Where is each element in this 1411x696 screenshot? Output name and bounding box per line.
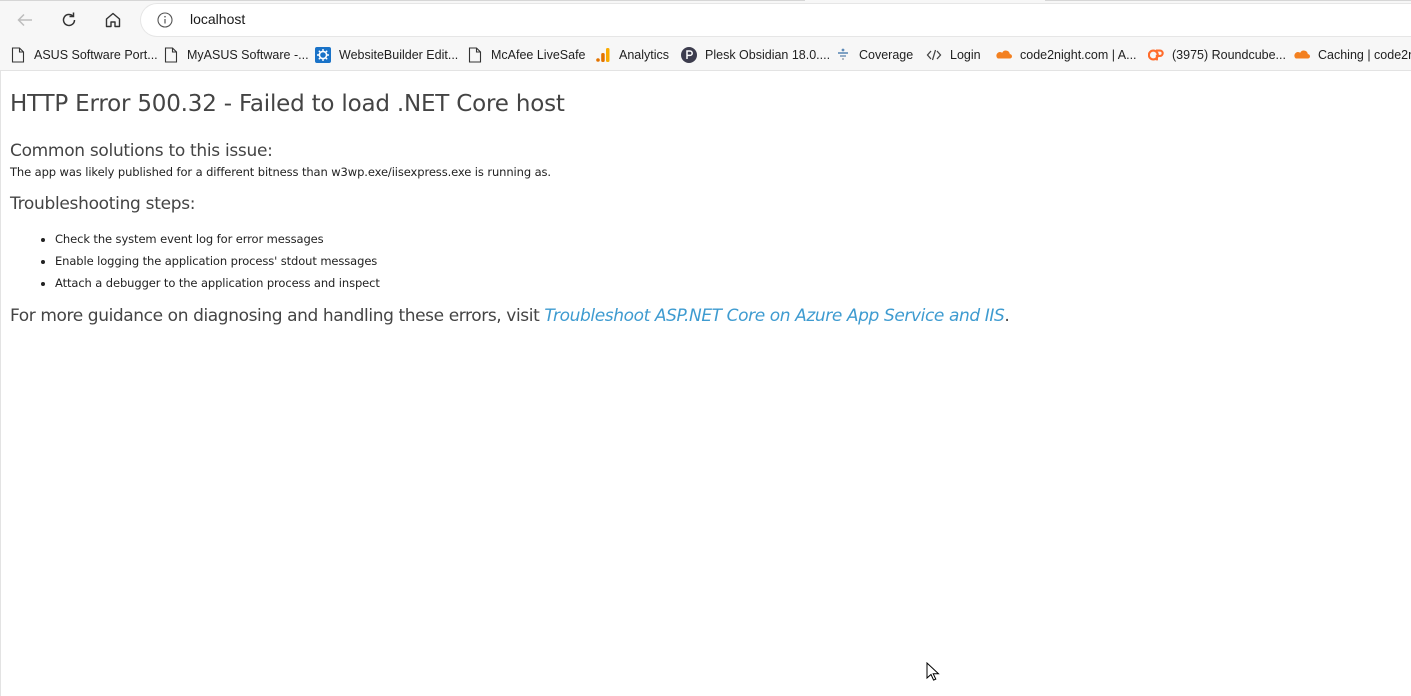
analytics-icon xyxy=(595,47,611,63)
bookmark-roundcube[interactable]: (3975) Roundcube... xyxy=(1148,45,1286,65)
bookmark-mcafee-livesafe[interactable]: McAfee LiveSafe xyxy=(467,45,586,65)
page-icon xyxy=(163,47,179,63)
code-icon xyxy=(926,47,942,63)
url-text[interactable]: localhost xyxy=(190,11,245,27)
bookmark-label: ASUS Software Port... xyxy=(34,48,158,62)
bookmark-label: Analytics xyxy=(619,48,670,62)
bookmark-plesk-obsidian[interactable]: Plesk Obsidian 18.0.... xyxy=(681,45,830,65)
bookmark-analytics[interactable]: Analytics xyxy=(595,45,669,65)
bookmark-label: WebsiteBuilder Edit... xyxy=(339,48,459,62)
bookmark-myasus-software[interactable]: MyASUS Software -... xyxy=(163,45,309,65)
bookmark-label: Plesk Obsidian 18.0.... xyxy=(705,48,831,62)
troubleshoot-link[interactable]: Troubleshoot ASP.NET Core on Azure App S… xyxy=(544,306,1004,326)
bookmarks-bar: ASUS Software Port... MyASUS Software -.… xyxy=(0,40,1411,71)
troubleshooting-heading: Troubleshooting steps: xyxy=(10,194,196,214)
coverage-icon xyxy=(835,47,851,63)
bookmark-label: MyASUS Software -... xyxy=(187,48,309,62)
page-title: HTTP Error 500.32 - Failed to load .NET … xyxy=(10,91,565,117)
browser-toolbar: localhost xyxy=(0,0,1411,40)
gear-icon xyxy=(315,47,331,63)
bookmark-label: (3975) Roundcube... xyxy=(1172,48,1286,62)
active-tab-edge xyxy=(805,0,1045,2)
bookmark-caching-code2night[interactable]: Caching | code2n xyxy=(1294,45,1411,65)
bookmark-label: McAfee LiveSafe xyxy=(491,48,586,62)
page-icon xyxy=(467,47,483,63)
bookmark-asus-software-portal[interactable]: ASUS Software Port... xyxy=(10,45,158,65)
back-button[interactable] xyxy=(10,5,40,35)
list-item: Attach a debugger to the application pro… xyxy=(55,273,380,295)
guidance-text: For more guidance on diagnosing and hand… xyxy=(10,306,1010,326)
home-icon xyxy=(105,12,121,28)
guidance-suffix: . xyxy=(1004,306,1010,326)
bookmark-code2night[interactable]: code2night.com | A... xyxy=(996,45,1137,65)
reload-icon xyxy=(62,12,76,27)
home-button[interactable] xyxy=(98,5,128,35)
back-arrow-icon xyxy=(17,13,32,27)
common-solutions-text: The app was likely published for a diffe… xyxy=(10,165,551,179)
guidance-prefix: For more guidance on diagnosing and hand… xyxy=(10,306,545,326)
bookmark-label: Login xyxy=(950,48,981,62)
page-icon xyxy=(10,47,26,63)
address-bar[interactable]: localhost xyxy=(141,4,1411,36)
mouse-cursor-icon xyxy=(926,662,940,681)
cloudflare-icon xyxy=(1294,47,1310,63)
tabstrip-divider xyxy=(0,0,1411,1)
bookmark-label: Coverage xyxy=(859,48,914,62)
list-item: Check the system event log for error mes… xyxy=(55,229,380,251)
site-info-icon[interactable] xyxy=(157,12,173,28)
list-item: Enable logging the application process' … xyxy=(55,251,380,273)
page-content: HTTP Error 500.32 - Failed to load .NET … xyxy=(0,71,1411,696)
bookmark-label: code2night.com | A... xyxy=(1020,48,1137,62)
bookmark-label: Caching | code2n xyxy=(1318,48,1411,62)
reload-button[interactable] xyxy=(54,5,84,35)
common-solutions-heading: Common solutions to this issue: xyxy=(10,141,273,161)
cpanel-icon xyxy=(1148,47,1164,63)
bookmark-websitebuilder[interactable]: WebsiteBuilder Edit... xyxy=(315,45,458,65)
troubleshooting-steps-list: Check the system event log for error mes… xyxy=(10,229,380,295)
bookmark-coverage[interactable]: Coverage xyxy=(835,45,913,65)
cloudflare-icon xyxy=(996,47,1012,63)
plesk-icon xyxy=(681,47,697,63)
bookmark-login[interactable]: Login xyxy=(926,45,981,65)
